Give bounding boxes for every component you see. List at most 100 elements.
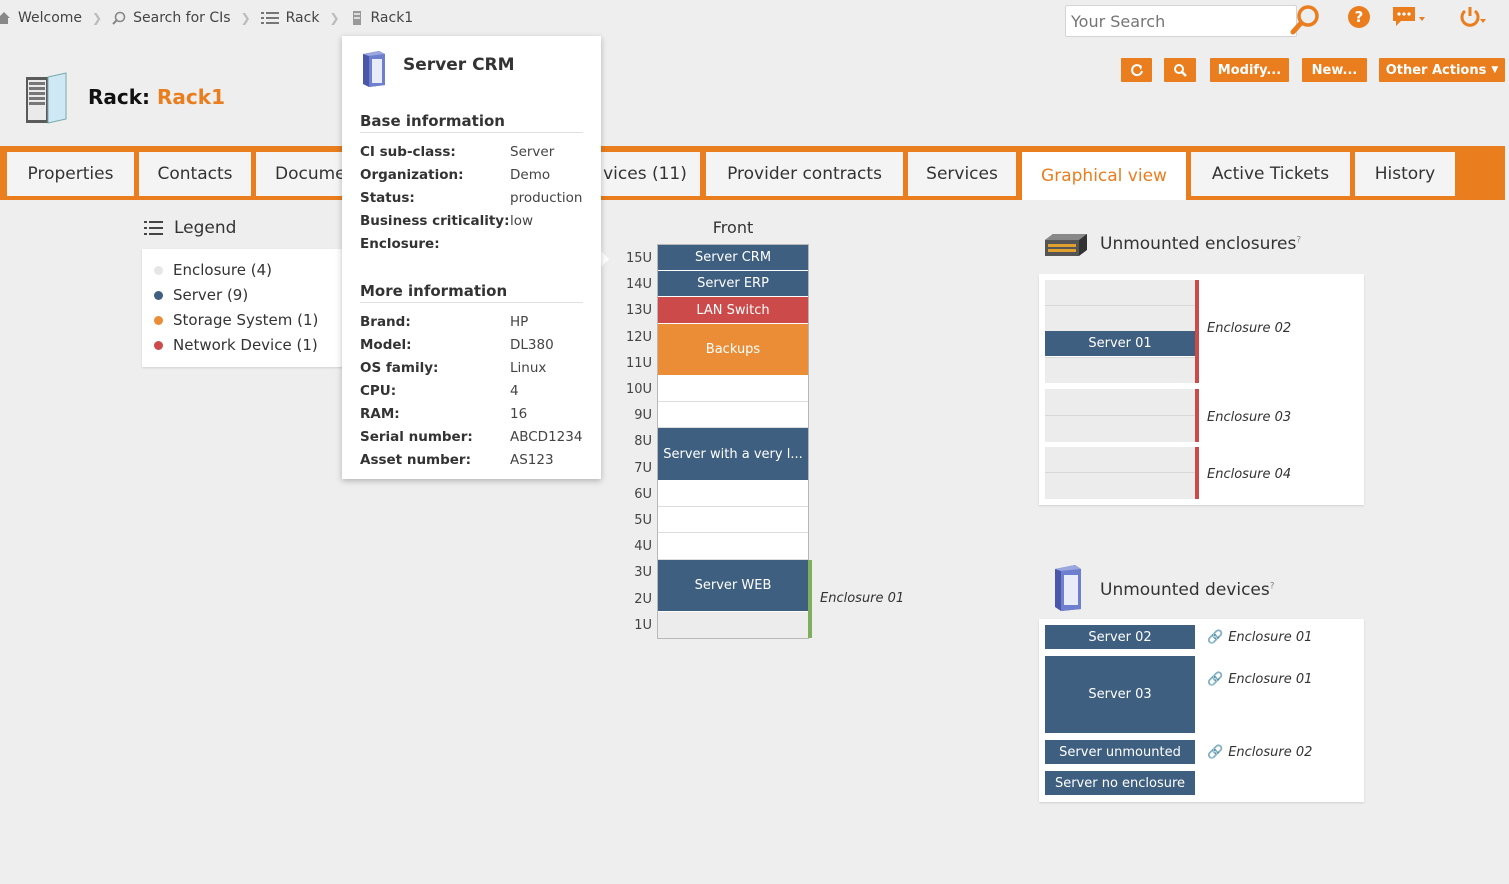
tab-devices[interactable]: vices (11) — [590, 152, 700, 196]
legend-dot — [154, 340, 163, 350]
link-label-text: Enclosure 01 — [1228, 672, 1313, 687]
enclosure-bar — [1195, 280, 1199, 383]
search-icon[interactable] — [1289, 3, 1323, 37]
refresh-button[interactable] — [1121, 58, 1152, 82]
legend-item-network[interactable]: Network Device (1) — [154, 336, 318, 354]
tab-properties[interactable]: Properties — [7, 152, 134, 196]
enclosure-row-divider — [1045, 357, 1195, 358]
legend-dot — [154, 315, 163, 325]
breadcrumb-rack[interactable]: Rack — [260, 10, 320, 26]
legend-panel: Enclosure (4) Server (9) Storage System … — [142, 249, 347, 367]
list-icon — [260, 12, 279, 24]
tab-active-tickets[interactable]: Active Tickets — [1191, 152, 1350, 196]
popup-title: Server CRM — [403, 55, 515, 75]
search-icon — [112, 11, 126, 25]
breadcrumb-label: Rack — [285, 10, 320, 26]
unit-label: 15U — [625, 251, 652, 266]
popup-key: Status: — [360, 190, 415, 206]
enclosure-slot — [658, 612, 808, 638]
device-server-unmounted[interactable]: Server unmounted — [1045, 740, 1195, 765]
enclosure-04-label[interactable]: Enclosure 04 — [1207, 467, 1291, 482]
legend-label: Storage System (1) — [173, 311, 319, 329]
unit-label: 7U — [634, 461, 652, 476]
breadcrumb-label: Search for CIs — [133, 10, 231, 26]
page-title: Rack: Rack1 — [88, 85, 225, 109]
legend-title: Legend — [144, 218, 236, 238]
popup-key: Enclosure: — [360, 236, 440, 252]
popup-value: production — [510, 190, 583, 206]
tab-history[interactable]: History — [1355, 152, 1455, 196]
popup-value: HP — [510, 314, 529, 330]
enclosure-link[interactable]: 🔗 Enclosure 02 — [1207, 745, 1312, 760]
device-server-02[interactable]: Server 02 — [1045, 625, 1195, 650]
device-server-web[interactable]: Server WEB — [658, 560, 808, 612]
unmounted-devices-title: Unmounted devices? — [1100, 580, 1275, 600]
enclosure-link[interactable]: 🔗 Enclosure 01 — [1207, 630, 1312, 645]
svg-text:?: ? — [1355, 8, 1364, 26]
unit-label: 13U — [625, 303, 652, 318]
search-button[interactable] — [1164, 58, 1196, 82]
unit-label: 11U — [625, 356, 652, 371]
popup-key: CI sub-class: — [360, 144, 456, 160]
enclosure-link[interactable]: 🔗 Enclosure 01 — [1207, 672, 1312, 687]
device-server-01[interactable]: Server 01 — [1045, 331, 1195, 357]
popup-key: OS family: — [360, 360, 439, 376]
modify-button[interactable]: Modify... — [1210, 58, 1289, 82]
breadcrumb-welcome[interactable]: Welcome — [0, 10, 82, 26]
unit-label: 9U — [634, 408, 652, 423]
popup-section-more: More information — [360, 282, 583, 303]
global-search-input[interactable] — [1065, 5, 1297, 37]
enclosure-bar — [808, 560, 812, 638]
list-icon — [144, 221, 163, 235]
breadcrumb-search[interactable]: Search for CIs — [112, 10, 231, 26]
enclosure-03-label[interactable]: Enclosure 03 — [1207, 410, 1291, 425]
device-server-03[interactable]: Server 03 — [1045, 656, 1195, 734]
link-icon: 🔗 — [1207, 745, 1224, 760]
tab-provider-contracts[interactable]: Provider contracts — [706, 152, 903, 196]
legend-item-storage[interactable]: Storage System (1) — [154, 311, 318, 329]
device-server-crm[interactable]: Server CRM — [658, 245, 808, 271]
new-button[interactable]: New... — [1302, 58, 1367, 82]
search-icon — [1174, 64, 1187, 77]
tab-graphical-view[interactable]: Graphical view — [1022, 152, 1186, 200]
other-actions-button[interactable]: Other Actions ▼ — [1379, 58, 1505, 82]
enclosure-01-label[interactable]: Enclosure 01 — [820, 591, 904, 606]
unit-label: 14U — [625, 277, 652, 292]
device-server-long[interactable]: Server with a very l... — [658, 428, 808, 481]
popup-value: 4 — [510, 383, 519, 399]
device-server-erp[interactable]: Server ERP — [658, 271, 808, 297]
rack-slot-empty — [658, 402, 808, 428]
tab-contacts[interactable]: Contacts — [139, 152, 251, 196]
unit-label: 2U — [634, 592, 652, 607]
rack-front-title: Front — [712, 218, 754, 237]
enclosure-02-label[interactable]: Enclosure 02 — [1207, 321, 1291, 336]
tab-documents[interactable]: Docume — [256, 152, 356, 196]
power-icon[interactable] — [1458, 5, 1494, 31]
rack-slot-empty — [658, 481, 808, 507]
breadcrumb-rack1[interactable]: Rack1 — [350, 10, 413, 26]
device-lan-switch[interactable]: LAN Switch — [658, 297, 808, 324]
unit-label: 3U — [634, 565, 652, 580]
rack-icon — [26, 72, 67, 124]
home-icon — [0, 12, 10, 24]
help-icon[interactable]: ? — [1270, 581, 1275, 591]
rack-icon — [352, 11, 361, 25]
popup-key: Brand: — [360, 314, 411, 330]
device-popup: Server CRM Base information CI sub-class… — [342, 36, 601, 479]
enclosure-icon — [1045, 234, 1087, 256]
help-icon[interactable]: ? — [1347, 5, 1371, 29]
legend-item-server[interactable]: Server (9) — [154, 286, 248, 304]
chat-icon[interactable] — [1391, 5, 1427, 31]
legend-label: Network Device (1) — [173, 336, 318, 354]
device-backups[interactable]: Backups — [658, 324, 808, 376]
legend-item-enclosure[interactable]: Enclosure (4) — [154, 261, 272, 279]
popup-key: Model: — [360, 337, 412, 353]
enclosure-04-block[interactable] — [1045, 447, 1195, 499]
help-icon[interactable]: ? — [1296, 235, 1301, 245]
tab-services[interactable]: Services — [908, 152, 1016, 196]
device-server-no-enclosure[interactable]: Server no enclosure — [1045, 771, 1195, 796]
popup-section-base: Base information — [360, 112, 583, 133]
other-actions-label: Other Actions — [1385, 62, 1487, 78]
enclosure-bar — [1195, 389, 1199, 442]
popup-value: 16 — [510, 406, 528, 422]
